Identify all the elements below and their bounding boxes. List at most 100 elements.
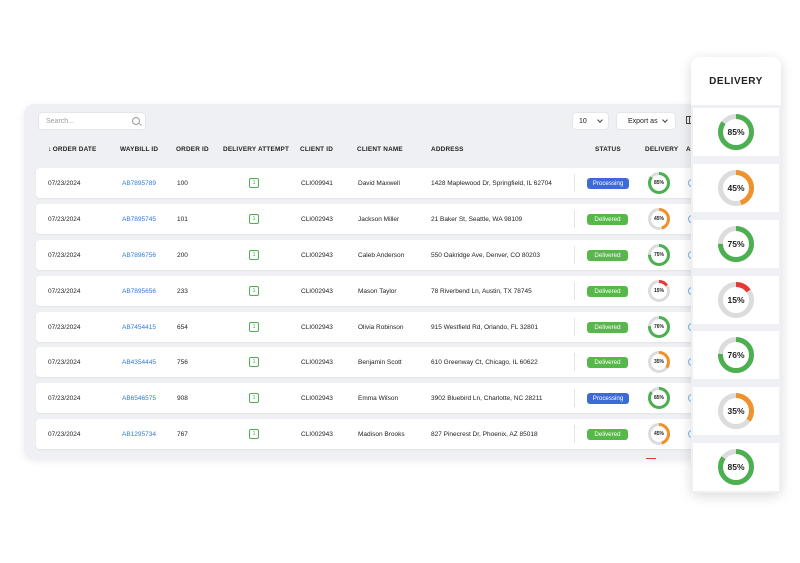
delivery-percent: 35% <box>727 406 745 416</box>
status-cell: Delivered <box>587 276 628 306</box>
delivery-progress-ring: 15% <box>718 282 754 318</box>
client-id: CLI002943 <box>301 323 333 331</box>
table-row[interactable]: 07/23/2024 AB6546575 908 1 CLI002943 Emma Wil… <box>36 383 724 413</box>
client-name: Benjamin Scott <box>358 358 402 366</box>
client-name: Madison Brooks <box>358 430 405 438</box>
waybill-link[interactable]: AB7454415 <box>122 312 156 342</box>
attempt-badge: 1 <box>249 393 259 403</box>
delivery-progress-ring: 35% <box>648 351 670 373</box>
delivery-progress-ring: 45% <box>648 423 670 445</box>
column-divider <box>574 318 575 336</box>
table-row[interactable]: 07/23/2024 AB1295734 767 1 CLI002943 Madison … <box>36 419 724 449</box>
header-waybill-id: WAYBILL ID <box>120 146 159 153</box>
client-id: CLI009941 <box>301 179 333 187</box>
order-id: 101 <box>177 215 188 223</box>
delivery-panel-item: 85% <box>693 108 779 156</box>
delivery-percent: 76% <box>653 324 664 330</box>
client-name: Olivia Robinson <box>358 323 404 331</box>
page-size-select[interactable]: 10 <box>572 112 609 130</box>
delivery-attempt: 1 <box>249 347 259 377</box>
status-badge: Delivered <box>587 356 628 368</box>
status-cell: Processing <box>587 383 629 413</box>
status-cell: Delivered <box>587 204 628 234</box>
client-name: David Maxwell <box>358 179 400 187</box>
client-name: Mason Taylor <box>358 287 397 295</box>
table-row[interactable]: 07/23/2024 AB7895745 101 1 CLI002943 Jackson … <box>36 204 724 234</box>
address: 21 Baker St, Seattle, WA 98109 <box>431 215 523 223</box>
client-name: Jackson Miller <box>358 215 400 223</box>
column-divider <box>574 174 575 192</box>
table-row[interactable]: 07/23/2024 AB7895656 233 1 CLI002943 Mason Ta… <box>36 276 724 306</box>
client-id: CLI002943 <box>301 430 333 438</box>
table-row[interactable]: 07/23/2024 AB7454415 654 1 CLI002943 Olivia R… <box>36 312 724 342</box>
delivery-attempt: 1 <box>249 383 259 413</box>
delivery-panel: DELIVERY 85% 45% 75% 15% 76% 35% 85% <box>691 57 781 493</box>
client-id: CLI002943 <box>301 394 333 402</box>
delivery-cell: 35% <box>648 347 670 377</box>
column-divider <box>574 282 575 300</box>
address: 550 Oakridge Ave, Denver, CO 80203 <box>431 251 541 259</box>
attempt-badge: 1 <box>249 250 259 260</box>
status-cell: Delivered <box>587 240 628 270</box>
client-id: CLI002943 <box>301 287 333 295</box>
order-id: 767 <box>177 430 188 438</box>
waybill-link[interactable]: AB6546575 <box>122 383 156 413</box>
delivery-progress-ring: 85% <box>718 449 754 485</box>
header-order-date[interactable]: ↓ORDER DATE <box>48 146 96 153</box>
order-id: 908 <box>177 394 188 402</box>
waybill-link[interactable]: AB4354445 <box>122 347 156 377</box>
order-date: 07/23/2024 <box>48 215 81 223</box>
column-divider <box>574 425 575 443</box>
status-badge: Processing <box>587 392 629 404</box>
delivery-cell: 75% <box>648 240 670 270</box>
delivery-percent: 85% <box>653 395 664 401</box>
attempt-badge: 1 <box>249 322 259 332</box>
table-row[interactable]: 07/23/2024 AB7895789 100 1 CLI009941 David Ma… <box>36 168 724 198</box>
delivery-panel-item: 15% <box>693 276 779 324</box>
stage: Search... 10 Export as ↓ORDER DATE WAYBI… <box>0 0 800 563</box>
header-delivery-attempt: DELIVERY ATTEMPT <box>223 146 290 153</box>
header-delivery: DELIVERY <box>645 146 679 153</box>
table-row[interactable]: 07/23/2024 AB4354445 756 1 CLI002943 Benjamin… <box>36 347 724 377</box>
address: 3902 Bluebird Ln, Charlotte, NC 28211 <box>431 394 543 402</box>
export-dropdown[interactable]: Export as <box>616 112 676 130</box>
client-id: CLI002943 <box>301 251 333 259</box>
status-cell: Processing <box>587 168 629 198</box>
waybill-link[interactable]: AB7896756 <box>122 240 156 270</box>
delivery-attempt: 1 <box>249 312 259 342</box>
order-date: 07/23/2024 <box>48 287 81 295</box>
waybill-link[interactable]: AB7895745 <box>122 204 156 234</box>
delivery-attempt: 1 <box>249 276 259 306</box>
attempt-badge: 1 <box>249 214 259 224</box>
waybill-link[interactable]: AB1295734 <box>122 419 156 449</box>
delivery-attempt: 1 <box>249 240 259 270</box>
delivery-progress-ring: 45% <box>648 208 670 230</box>
delivery-panel-item: 45% <box>693 164 779 212</box>
delivery-percent: 45% <box>727 183 745 193</box>
search-icon[interactable] <box>132 117 140 125</box>
header-client-id: CLIENT ID <box>300 146 334 153</box>
delivery-panel-item: 76% <box>693 331 779 379</box>
delivery-progress-ring: 85% <box>718 114 754 150</box>
order-date: 07/23/2024 <box>48 251 81 259</box>
delivery-progress-ring: 15% <box>648 280 670 302</box>
client-id: CLI002943 <box>301 215 333 223</box>
table-row[interactable]: 07/23/2024 AB7896756 200 1 CLI002943 Caleb An… <box>36 240 724 270</box>
waybill-link[interactable]: AB7895789 <box>122 168 156 198</box>
header-address: ADDRESS <box>431 146 464 153</box>
order-date: 07/23/2024 <box>48 394 81 402</box>
delivery-percent: 85% <box>727 462 745 472</box>
chevron-down-icon <box>662 117 668 123</box>
order-id: 200 <box>177 251 188 259</box>
sort-arrow-icon: ↓ <box>48 146 52 153</box>
delivery-attempt: 1 <box>249 204 259 234</box>
waybill-link[interactable]: AB7895656 <box>122 276 156 306</box>
column-divider <box>574 210 575 228</box>
chevron-down-icon <box>597 117 603 123</box>
status-badge: Delivered <box>587 249 628 261</box>
delivery-panel-item: 85% <box>693 443 779 491</box>
order-date: 07/23/2024 <box>48 358 81 366</box>
header-client-name: CLIENT NAME <box>357 146 403 153</box>
client-id: CLI002943 <box>301 358 333 366</box>
search-input[interactable]: Search... <box>38 112 146 130</box>
